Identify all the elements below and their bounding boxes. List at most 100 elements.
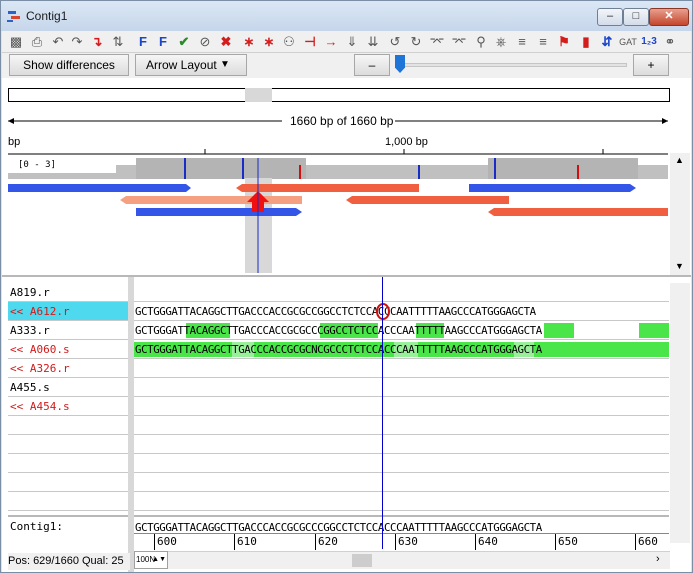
ruler-label: 640 (475, 534, 498, 550)
status-bar: Pos: 629/1660 Qual: 25 (8, 553, 130, 570)
reject-icon[interactable]: ⊘ (196, 33, 214, 51)
read-name-empty (8, 454, 128, 473)
tools-icon[interactable]: ↴ (88, 33, 106, 51)
read-sequence: GCTGGGATTACAGGCTTGACCCACCGCGCCGGCCTCTCCA… (135, 305, 536, 318)
ruler-label: 660 (635, 534, 658, 550)
table-row (134, 473, 669, 492)
scroll-up-icon[interactable]: ▲ (675, 155, 684, 165)
ruler-label: 650 (555, 534, 578, 550)
hat2-icon[interactable]: ⌤ (450, 33, 468, 51)
binoculars-icon[interactable]: ⚇ (280, 33, 298, 51)
scroll-down-icon[interactable]: ▼ (675, 261, 684, 271)
chromatogram-icon[interactable]: ▮ (577, 33, 595, 51)
close-button[interactable]: ✕ (649, 8, 689, 26)
toolbar: ▩ ⎙ ↶ ↷ ↴ ⇅ F F ✔ ⊘ ✖ ∗ ∗ ⚇ ⊣ → ⇓ ⇊ ↺ ↻ … (2, 31, 691, 53)
span-label: 1660 bp of 1660 bp (288, 114, 396, 128)
tree-icon[interactable]: ⎈ (492, 33, 510, 51)
down2-icon[interactable]: ⇊ (364, 33, 382, 51)
title-bar[interactable]: Contig1 – □ ✕ (1, 1, 692, 31)
find-forward-icon[interactable]: F (134, 33, 152, 51)
zoom-slider-thumb[interactable] (395, 55, 405, 73)
grid-horizontal-scrollbar[interactable]: › (134, 551, 670, 569)
cursor-line (382, 277, 383, 549)
read-name[interactable]: A455.s (8, 378, 128, 397)
read-name[interactable]: << A326.r (8, 359, 128, 378)
delete-marks-icon[interactable]: ✖ (217, 33, 235, 51)
cursor-circle (376, 303, 390, 320)
swap-icon[interactable]: ⇅ (109, 33, 127, 51)
flag-icon[interactable]: ⚑ (555, 33, 573, 51)
depth-label: [0 - 3] (18, 160, 56, 170)
scale-left-label: bp (8, 136, 21, 148)
find-reverse-icon[interactable]: F (154, 33, 172, 51)
read-name[interactable]: A819.r (8, 283, 128, 302)
undo-icon[interactable]: ↶ (49, 33, 67, 51)
arrow-layout-dropdown[interactable]: Arrow Layout ▼ (135, 54, 247, 76)
table-row[interactable] (134, 283, 669, 302)
lines-icon[interactable]: ≡ (513, 33, 531, 51)
window-title: Contig1 (26, 9, 68, 23)
accept-icon[interactable]: ✔ (175, 33, 193, 51)
read-name-empty (8, 473, 128, 492)
cut-icon[interactable]: ⊣ (301, 33, 319, 51)
control-row: Show differences Arrow Layout ▼ – + (2, 53, 691, 78)
redo-icon[interactable]: ↷ (68, 33, 86, 51)
sequence-area[interactable]: GCTGGGATTACAGGCTTGACCCACCGCGCCGGCCTCTCCA… (134, 283, 669, 543)
link-icon[interactable]: ⚭ (661, 33, 679, 51)
maximize-button[interactable]: □ (623, 8, 649, 26)
next-mark-icon[interactable]: ∗ (240, 33, 258, 51)
minimize-button[interactable]: – (597, 8, 623, 26)
prev-mark-icon[interactable]: ∗ (260, 33, 278, 51)
alignment-grid[interactable]: A819.r << A612.r A333.r << A060.s << A32… (2, 275, 691, 572)
table-row (134, 454, 669, 473)
scroll-right-icon[interactable]: › (656, 553, 660, 565)
quality-highlight (544, 323, 574, 338)
arrow-layout-label: Arrow Layout (146, 58, 217, 72)
read-sequence: GCTGGGATTACAGGCTTGACCCACCGCGCNCGCCCTCTCC… (135, 343, 542, 356)
position-ruler: 600 610 620 630 640 650 660 (134, 533, 669, 551)
curve-left-icon[interactable]: ↺ (386, 33, 404, 51)
read-name[interactable]: A333.r (8, 321, 128, 340)
read-sequence: GCTGGGATTACAGGCTTGACCCACCGCGCCCGGCCTCTCC… (135, 324, 542, 337)
overview-scrollbar[interactable]: ▲ ▼ (670, 153, 690, 275)
curve-right-icon[interactable]: ↻ (407, 33, 425, 51)
ruler-label: 630 (395, 534, 418, 550)
read-name-empty (8, 416, 128, 435)
table-row[interactable] (134, 359, 669, 378)
read-name[interactable]: << A612.r (8, 302, 128, 321)
zoom-icon[interactable]: ⚲ (472, 33, 490, 51)
exchange-icon[interactable]: ⇵ (598, 33, 616, 51)
table-row[interactable]: GCTGGGATTACAGGCTTGACCCACCGCGCCGGCCTCTCCA… (134, 302, 669, 321)
read-name[interactable]: << A454.s (8, 397, 128, 416)
hat-icon[interactable]: ⌤ (428, 33, 446, 51)
ruler-label: 600 (154, 534, 177, 550)
table-row[interactable]: GCTGGGATTACAGGCTTGACCCACCGCGCNCGCCCTCTCC… (134, 340, 669, 359)
show-differences-button[interactable]: Show differences (9, 54, 129, 76)
quality-highlight (639, 323, 669, 338)
table-row[interactable]: GCTGGGATTACAGGCTTGACCCACCGCGCCCGGCCTCTCC… (134, 321, 669, 340)
scroll-thumb[interactable] (352, 554, 372, 567)
grid-vertical-scrollbar[interactable] (670, 283, 690, 543)
table-row[interactable] (134, 378, 669, 397)
print-icon[interactable]: ⎙ (28, 33, 46, 51)
read-name[interactable]: << A060.s (8, 340, 128, 359)
zoom-slider-track[interactable] (395, 63, 627, 67)
scale-mid-label: 1,000 bp (385, 136, 428, 148)
gat-icon[interactable]: GAT (619, 33, 637, 51)
arrow-icon[interactable]: → (322, 33, 340, 51)
zoom-in-button[interactable]: + (633, 54, 669, 76)
zoom-select[interactable]: 100N ▲▼ (134, 551, 168, 569)
down-icon[interactable]: ⇓ (343, 33, 361, 51)
table-row (134, 435, 669, 454)
table-row (134, 492, 669, 511)
number-icon[interactable]: 1₂3 (640, 33, 658, 51)
lines2-icon[interactable]: ≡ (534, 33, 552, 51)
app-icon (7, 11, 20, 22)
chevron-down-icon: ▼ (220, 59, 230, 70)
save-icon[interactable]: ▩ (7, 33, 25, 51)
read-name-empty (8, 492, 128, 511)
table-row[interactable] (134, 397, 669, 416)
contig-overview[interactable]: 1660 bp of 1660 bp bp 1,000 bp [0 - 3] ▲… (2, 78, 691, 275)
zoom-out-button[interactable]: – (354, 54, 390, 76)
spin-icon[interactable]: ▲▼ (152, 552, 166, 568)
